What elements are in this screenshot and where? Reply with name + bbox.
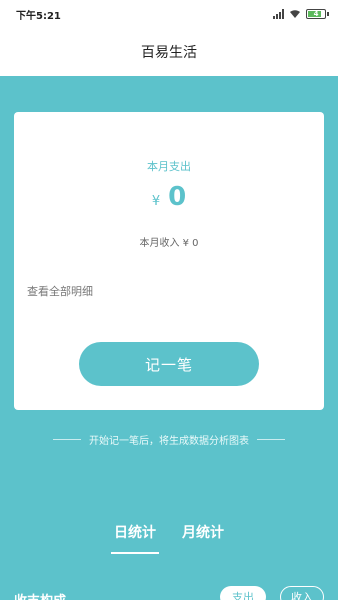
income-toggle[interactable]: 收入 <box>280 586 324 600</box>
record-entry-button[interactable]: 记一笔 <box>79 342 259 386</box>
composition-title: 收支构成 <box>14 590 66 600</box>
view-all-details-link[interactable]: 查看全部明细 <box>27 283 93 299</box>
hint-text: 开始记一笔后，将生成数据分析图表 <box>89 436 249 447</box>
status-time: 下午5:21 <box>16 10 61 22</box>
chart-hint: 开始记一笔后，将生成数据分析图表 <box>0 432 338 447</box>
app-header: 百易生活 <box>0 28 338 76</box>
tab-monthly-stats[interactable]: 月统计 <box>182 522 224 550</box>
signal-icon <box>273 9 284 19</box>
month-expense-label: 本月支出 <box>147 160 191 173</box>
month-expense-amount: 0 <box>168 182 187 212</box>
battery-level: 4 <box>313 10 319 18</box>
month-income-text: 本月收入 ¥ 0 <box>139 238 199 249</box>
month-expense-amount-row: ¥ 0 <box>14 182 324 212</box>
hint-divider-right <box>257 439 285 440</box>
stats-tabs: 日统计 月统计 <box>0 522 338 554</box>
currency-symbol: ¥ <box>151 194 161 209</box>
battery-icon: 4 <box>306 9 329 19</box>
wifi-icon <box>290 10 300 18</box>
status-bar: 下午5:21 4 <box>0 0 338 28</box>
expense-toggle[interactable]: 支出 <box>220 586 266 600</box>
page-title: 百易生活 <box>141 45 197 61</box>
status-icons: 4 <box>273 9 329 19</box>
month-income: 本月收入 ¥ 0 <box>14 234 324 249</box>
hint-divider-left <box>53 439 81 440</box>
composition-row: 收支构成 支出 收入 <box>0 586 338 600</box>
tab-daily-stats[interactable]: 日统计 <box>111 522 159 554</box>
summary-card: 本月支出 ¥ 0 本月收入 ¥ 0 查看全部明细 记一笔 <box>14 112 324 410</box>
